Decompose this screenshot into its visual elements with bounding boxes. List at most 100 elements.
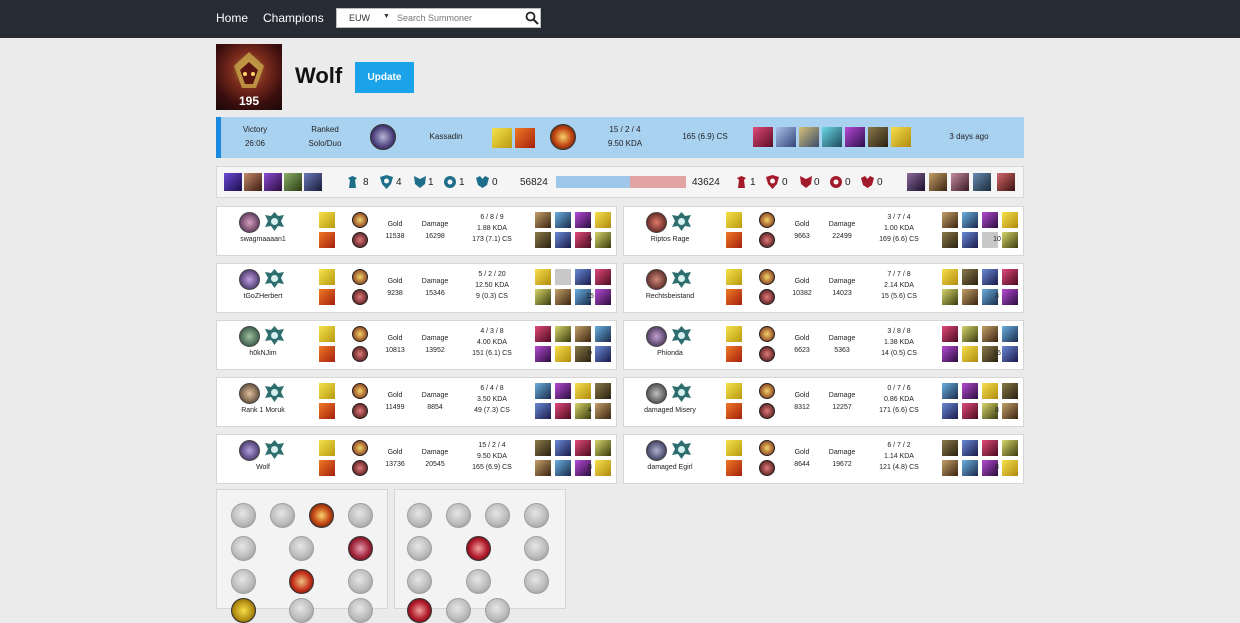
item-icon bbox=[1002, 346, 1018, 362]
gold-label: Gold bbox=[794, 335, 810, 342]
gold-label: Gold bbox=[387, 392, 403, 399]
player-card[interactable]: h0kNJim Gold 10813 Damage 13952 4 / 3 / 8 4.00… bbox=[216, 320, 617, 370]
nav-home-link[interactable]: Home bbox=[216, 11, 248, 25]
player-card[interactable]: damaged Misery Gold 8312 Damage 12257 0 / 7 /… bbox=[623, 377, 1024, 427]
player-card[interactable]: tGoZHerbert Gold 9238 Damage 15346 5 / 2 / 20… bbox=[216, 263, 617, 313]
item-icon bbox=[962, 212, 978, 228]
ward-count: 10 bbox=[993, 236, 1001, 243]
damage-value: 5363 bbox=[834, 347, 850, 354]
player-kda-ratio: 1.00 KDA bbox=[884, 225, 914, 232]
chevron-down-icon[interactable]: ▼ bbox=[383, 13, 390, 20]
region-select[interactable]: EUW bbox=[349, 13, 370, 23]
player-card[interactable]: swagmaaaan1 Gold 11538 Damage 16298 6 / 8 / 9… bbox=[216, 206, 617, 256]
search-icon[interactable] bbox=[525, 11, 539, 25]
rank-emblem-icon bbox=[671, 382, 692, 403]
summoner-spell-icon bbox=[726, 403, 742, 419]
item-icon bbox=[555, 440, 571, 456]
player-card[interactable]: Phionda Gold 6623 Damage 5363 3 / 8 / 8 1.38 K… bbox=[623, 320, 1024, 370]
player-cs: 14 (0.5) CS bbox=[881, 350, 917, 357]
red-towers: 1 bbox=[750, 177, 756, 188]
player-name[interactable]: tGoZHerbert bbox=[222, 293, 304, 300]
gold-value: 11538 bbox=[385, 233, 405, 240]
player-cs: 121 (4.8) CS bbox=[879, 464, 919, 471]
player-card[interactable]: Rank 1 Moruk Gold 11499 Damage 8854 6 / 4 / 8… bbox=[216, 377, 617, 427]
player-kda-ratio: 2.14 KDA bbox=[884, 282, 914, 289]
player-kda-ratio: 1.14 KDA bbox=[884, 453, 914, 460]
secondary-rune-icon bbox=[352, 232, 368, 248]
item-icon bbox=[555, 269, 571, 285]
rank-emblem-icon bbox=[671, 211, 692, 232]
player-name[interactable]: damaged Egirl bbox=[629, 464, 711, 471]
damage-label: Damage bbox=[421, 335, 449, 342]
summoner-spell-icon bbox=[319, 346, 335, 362]
match-result: Victory bbox=[242, 125, 268, 134]
item-icon bbox=[982, 326, 998, 342]
player-kda-ratio: 0.86 KDA bbox=[884, 396, 914, 403]
search-input[interactable] bbox=[397, 10, 519, 26]
gold-value: 13736 bbox=[385, 461, 405, 468]
item-icon bbox=[555, 289, 571, 305]
dragon-icon bbox=[861, 176, 874, 188]
item-icon bbox=[962, 346, 978, 362]
flash-icon bbox=[319, 269, 335, 285]
update-button[interactable]: Update bbox=[355, 62, 414, 93]
damage-label: Damage bbox=[828, 392, 856, 399]
blue-dragons: 0 bbox=[492, 177, 498, 188]
player-name[interactable]: Phionda bbox=[629, 350, 711, 357]
item-icon bbox=[575, 383, 591, 399]
gold-label: Gold bbox=[794, 221, 810, 228]
rune-icon bbox=[231, 536, 256, 561]
player-name[interactable]: Rank 1 Moruk bbox=[222, 407, 304, 414]
keystone-rune-icon bbox=[352, 383, 368, 399]
rune-icon bbox=[289, 536, 314, 561]
player-card[interactable]: Riptos Rage Gold 9663 Damage 22499 3 / 7 / 4 1… bbox=[623, 206, 1024, 256]
rune-icon bbox=[289, 598, 314, 623]
player-name[interactable]: swagmaaaan1 bbox=[222, 236, 304, 243]
rune-icon bbox=[407, 569, 432, 594]
item-icon bbox=[535, 232, 551, 248]
keystone-rune-icon bbox=[352, 212, 368, 228]
player-card[interactable]: Rechtsbeistand Gold 10382 Damage 14023 7 / 7 … bbox=[623, 263, 1024, 313]
blue-champion-icon bbox=[244, 173, 262, 191]
item-icon bbox=[942, 440, 958, 456]
nav-champions-link[interactable]: Champions bbox=[263, 11, 324, 25]
summoner-spell-icon bbox=[319, 289, 335, 305]
item-icon bbox=[822, 127, 842, 147]
gold-label: Gold bbox=[794, 449, 810, 456]
rank-emblem-icon bbox=[264, 211, 285, 232]
champion-icon bbox=[646, 383, 667, 404]
blue-gold-bar bbox=[556, 176, 630, 188]
rune-icon bbox=[485, 503, 510, 528]
keystone-rune-icon bbox=[352, 440, 368, 456]
player-kda-ratio: 9.50 KDA bbox=[477, 453, 507, 460]
player-name[interactable]: damaged Misery bbox=[629, 407, 711, 414]
item-icon bbox=[535, 440, 551, 456]
damage-label: Damage bbox=[828, 449, 856, 456]
player-name[interactable]: Rechtsbeistand bbox=[629, 293, 711, 300]
damage-label: Damage bbox=[421, 278, 449, 285]
player-name[interactable]: h0kNJim bbox=[222, 350, 304, 357]
item-icon bbox=[595, 460, 611, 476]
player-card[interactable]: damaged Egirl Gold 8644 Damage 19672 6 / 7 / … bbox=[623, 434, 1024, 484]
player-kda: 6 / 7 / 2 bbox=[887, 442, 911, 449]
damage-value: 16298 bbox=[425, 233, 445, 240]
rune-icon bbox=[466, 536, 491, 561]
gold-value: 11499 bbox=[385, 404, 405, 411]
red-champion-icon bbox=[951, 173, 969, 191]
blue-gold: 56824 bbox=[520, 177, 548, 188]
ward-count: 5 bbox=[588, 236, 592, 243]
rank-emblem-icon bbox=[671, 325, 692, 346]
gold-value: 9238 bbox=[387, 290, 403, 297]
player-kda: 0 / 7 / 6 bbox=[887, 385, 911, 392]
player-name[interactable]: Wolf bbox=[222, 464, 304, 471]
keystone-rune-icon bbox=[759, 212, 775, 228]
item-icon bbox=[1002, 460, 1018, 476]
player-card[interactable]: Wolf Gold 13736 Damage 20545 15 / 2 / 4 9.50 K… bbox=[216, 434, 617, 484]
secondary-rune-icon bbox=[759, 346, 775, 362]
player-name[interactable]: Riptos Rage bbox=[629, 236, 711, 243]
team-summary: 8 4 1 1 0 56824 43624 1 0 0 0 0 bbox=[216, 166, 1024, 198]
rune-icon bbox=[348, 598, 373, 623]
baron-icon bbox=[414, 176, 426, 188]
match-row[interactable]: Victory 26:06 Ranked Solo/Duo Kassadin 1… bbox=[216, 117, 1024, 158]
gold-label: Gold bbox=[387, 278, 403, 285]
